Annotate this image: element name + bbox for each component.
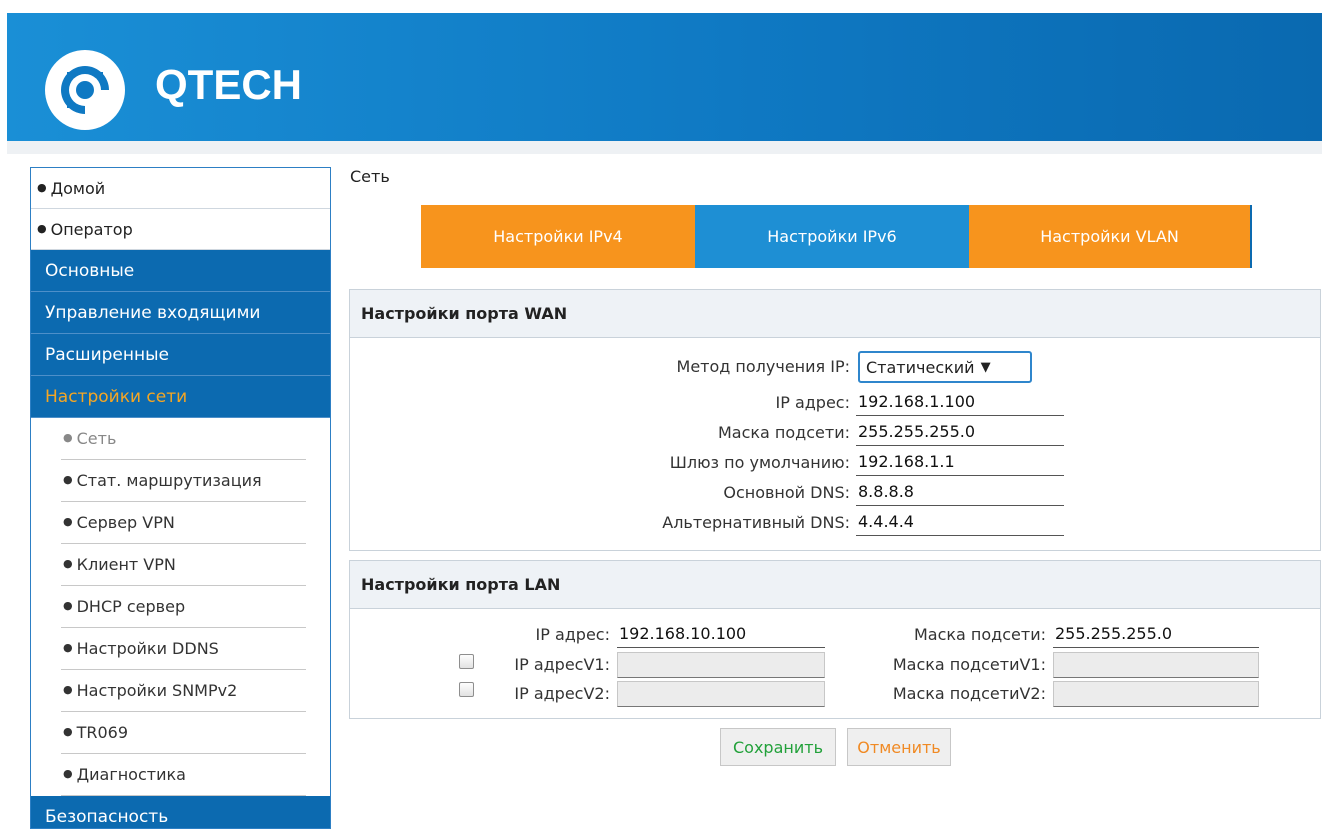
bullet-icon: ● [63, 557, 73, 570]
sidebar-item-label: Сеть [76, 429, 117, 448]
bullet-icon: ● [63, 683, 73, 696]
bullet-icon: ● [63, 431, 73, 444]
sidebar-item-home[interactable]: ● Домой [31, 168, 330, 209]
lan-mask-label: Маска подсети: [913, 625, 1046, 644]
wan-mask-label: Маска подсети: [717, 423, 850, 442]
sidebar-item-diagnostics[interactable]: ● Диагностика [61, 754, 306, 796]
lan-mask-v2-label: Маска подсетиV2: [892, 684, 1046, 703]
wan-gateway-label: Шлюз по умолчанию: [669, 453, 850, 472]
save-button[interactable]: Сохранить [720, 728, 836, 766]
wan-settings-panel: Настройки порта WAN [349, 289, 1321, 551]
tab-ipv6-settings[interactable]: Настройки IPv6 [695, 205, 969, 268]
wan-ip-field[interactable]: 192.168.1.100 [856, 390, 1064, 416]
sidebar-section-advanced[interactable]: Расширенные [31, 334, 330, 376]
cancel-button[interactable]: Отменить [847, 728, 951, 766]
bullet-icon: ● [63, 767, 73, 780]
lan-mask-v1-field[interactable] [1053, 652, 1259, 678]
qtech-logo-icon [45, 50, 125, 130]
sidebar-item-tr069[interactable]: ● TR069 [61, 712, 306, 754]
sidebar-item-network[interactable]: ● Сеть [61, 418, 306, 460]
bullet-icon: ● [63, 725, 73, 738]
sidebar-section-network-settings[interactable]: Настройки сети [31, 376, 330, 418]
sidebar-item-vpn-server[interactable]: ● Сервер VPN [61, 502, 306, 544]
lan-ip-v2-label: IP адресV2: [514, 684, 610, 703]
sidebar-item-snmpv2[interactable]: ● Настройки SNMPv2 [61, 670, 306, 712]
sidebar-item-label: Настройки SNMPv2 [76, 681, 238, 700]
lan-mask-v2-field[interactable] [1053, 681, 1259, 707]
wan-dns2-label: Альтернативный DNS: [662, 513, 850, 532]
wan-dns2-field[interactable]: 4.4.4.4 [856, 510, 1064, 536]
breadcrumb: Сеть [350, 167, 390, 186]
tab-bar: Настройки IPv4 Настройки IPv6 Настройки … [421, 205, 1252, 268]
bullet-icon: ● [63, 473, 73, 486]
lan-ip-v1-label: IP адресV1: [514, 655, 610, 674]
sidebar-item-operator[interactable]: ● Оператор [31, 209, 330, 250]
sidebar-section-incoming[interactable]: Управление входящими [31, 292, 330, 334]
lan-ip-label: IP адрес: [535, 625, 610, 644]
brand-name: QTECH [155, 61, 302, 108]
lan-mask-field[interactable]: 255.255.255.0 [1053, 622, 1259, 648]
bullet-icon: ● [63, 641, 73, 654]
wan-mask-field[interactable]: 255.255.255.0 [856, 420, 1064, 446]
sidebar-item-label: TR069 [76, 723, 129, 742]
caret-down-icon: ▼ [980, 359, 991, 375]
bullet-icon: ● [37, 180, 47, 194]
lan-panel-title: Настройки порта LAN [350, 561, 1320, 609]
lan-ip-field[interactable]: 192.168.10.100 [617, 622, 825, 648]
sidebar-item-label: Оператор [50, 219, 133, 239]
sidebar-item-label: Домой [50, 178, 106, 198]
tab-vlan-settings[interactable]: Настройки VLAN [969, 205, 1252, 268]
lan-ip-v1-field[interactable] [617, 652, 825, 678]
tab-ipv4-settings[interactable]: Настройки IPv4 [421, 205, 695, 268]
wan-ip-label: IP адрес: [775, 393, 850, 412]
lan-mask-v1-label: Маска подсетиV1: [892, 655, 1046, 674]
sidebar-item-label: Диагностика [76, 765, 186, 784]
sidebar-item-label: Сервер VPN [76, 513, 175, 532]
wan-panel-title: Настройки порта WAN [350, 290, 1320, 338]
sidebar-item-ddns[interactable]: ● Настройки DDNS [61, 628, 306, 670]
sidebar-item-label: Клиент VPN [76, 555, 176, 574]
sidebar: ● Домой ● Оператор Основные Управление в… [30, 167, 331, 829]
wan-ip-method-select[interactable]: Статический ▼ [858, 351, 1032, 383]
sidebar-item-label: DHCP сервер [76, 597, 186, 616]
header-banner: QTECH [7, 13, 1322, 141]
sidebar-item-static-routing[interactable]: ● Стат. маршрутизация [61, 460, 306, 502]
bullet-icon: ● [63, 515, 73, 528]
wan-ip-method-label: Метод получения IP: [676, 357, 850, 376]
wan-ip-method-value: Статический [866, 357, 975, 377]
bullet-icon: ● [37, 221, 47, 235]
sidebar-item-vpn-client[interactable]: ● Клиент VPN [61, 544, 306, 586]
sidebar-section-basic[interactable]: Основные [31, 250, 330, 292]
sidebar-item-dhcp-server[interactable]: ● DHCP сервер [61, 586, 306, 628]
bullet-icon: ● [63, 599, 73, 612]
wan-dns1-field[interactable]: 8.8.8.8 [856, 480, 1064, 506]
lan-ip-v2-field[interactable] [617, 681, 825, 707]
sidebar-section-security[interactable]: Безопасность [31, 796, 330, 828]
wan-gateway-field[interactable]: 192.168.1.1 [856, 450, 1064, 476]
sidebar-item-label: Настройки DDNS [76, 639, 219, 658]
header-divider [7, 141, 1322, 154]
wan-dns1-label: Основной DNS: [723, 483, 850, 502]
sidebar-item-label: Стат. маршрутизация [76, 471, 262, 490]
